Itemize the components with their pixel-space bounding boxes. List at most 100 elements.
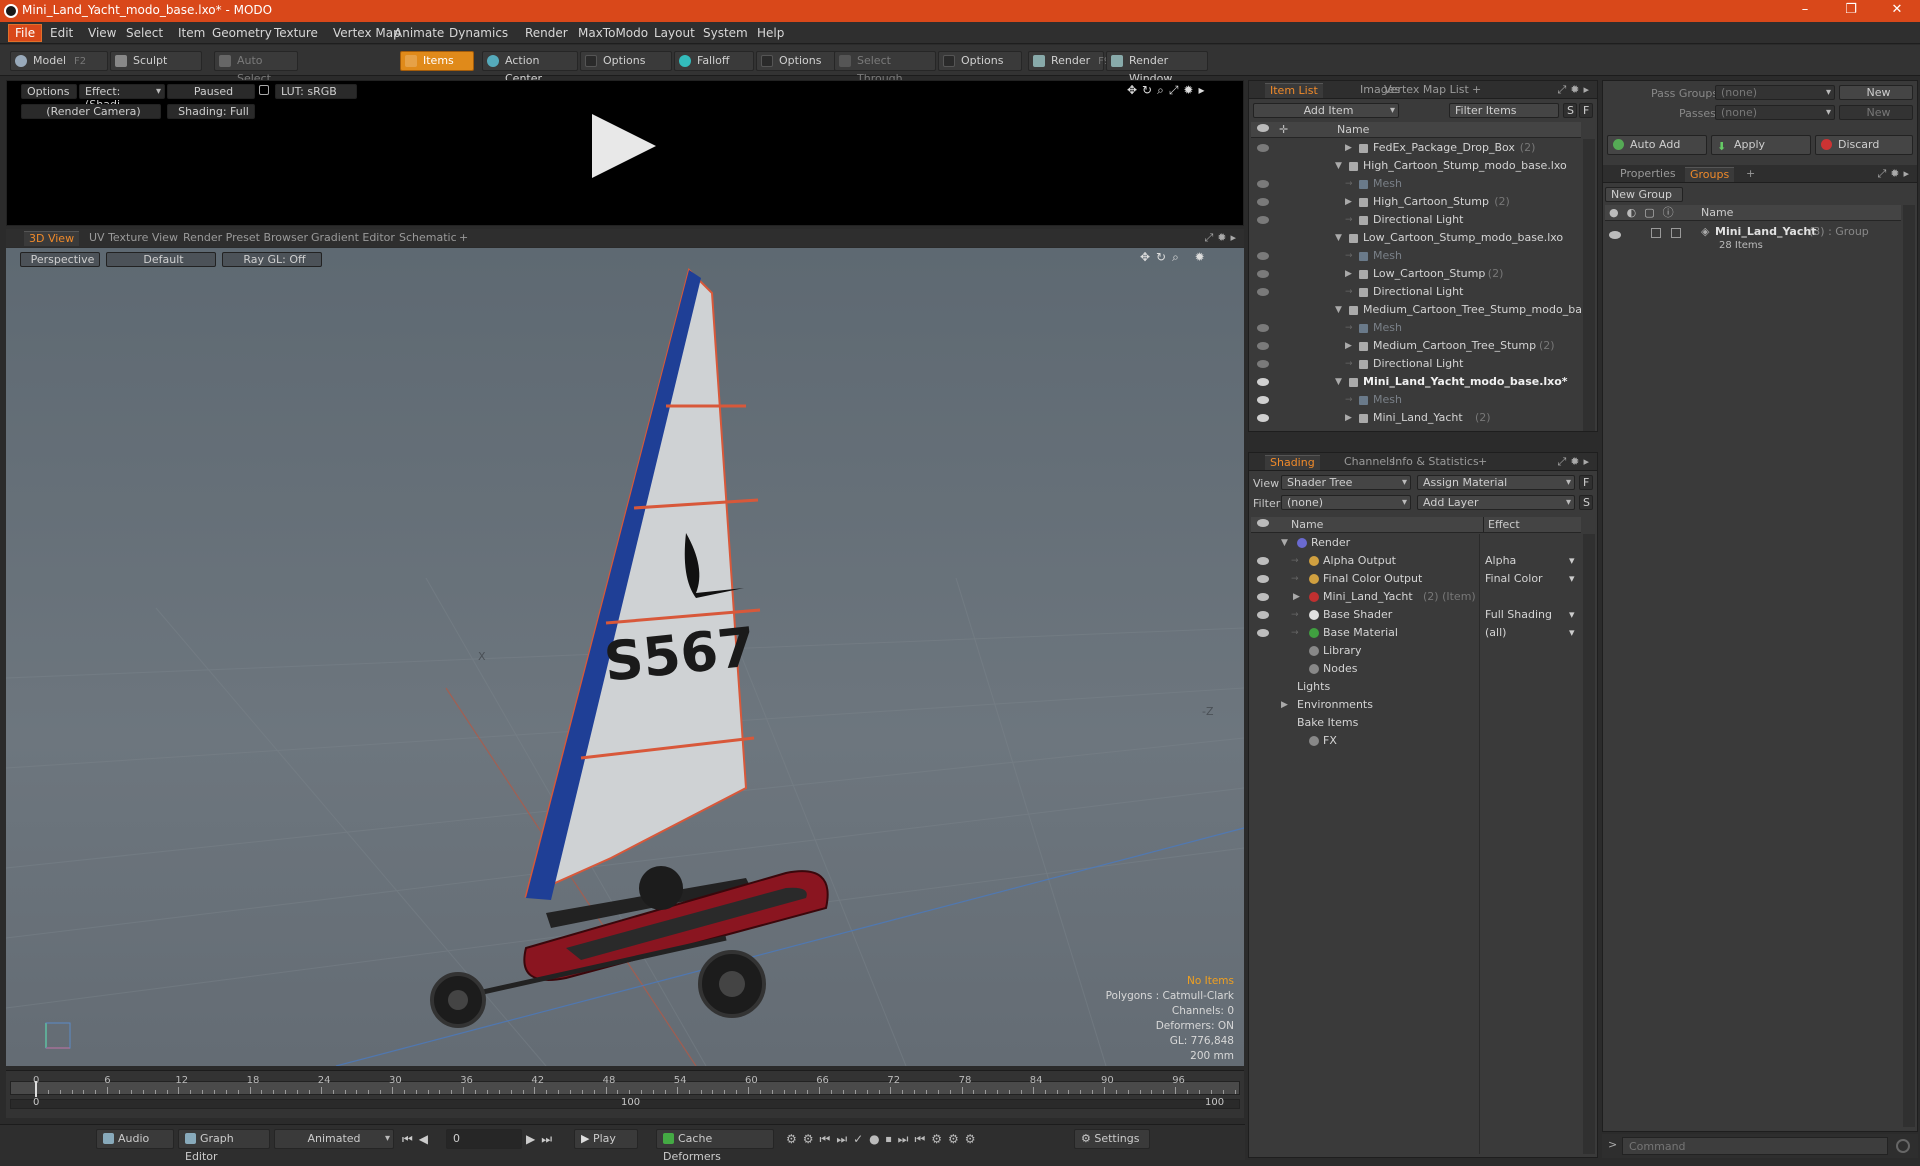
chevron-down-icon[interactable]: ▾: [1569, 570, 1575, 588]
eye-icon[interactable]: [1257, 414, 1269, 422]
item-row[interactable]: ▶ Mini_Land_Yacht (2): [1251, 409, 1581, 427]
animated-dropdown[interactable]: Animated: [274, 1129, 394, 1149]
effect-dropdown[interactable]: Full Shading: [1485, 606, 1579, 624]
pass-groups-new-button[interactable]: New: [1839, 85, 1913, 100]
shading-tab-shading[interactable]: Shading: [1265, 455, 1320, 470]
itemlist-tab-add[interactable]: +: [1467, 83, 1486, 98]
item-list-scrollbar[interactable]: [1583, 139, 1595, 431]
eye-icon[interactable]: [1257, 557, 1269, 565]
name-column-header[interactable]: Name: [1701, 205, 1733, 220]
eye-icon[interactable]: [1257, 198, 1269, 206]
audio-button[interactable]: Audio: [96, 1129, 174, 1149]
preview-shading-dropdown[interactable]: Shading: Full: [167, 104, 255, 119]
eye-icon[interactable]: [1257, 593, 1269, 601]
effect-dropdown[interactable]: Alpha: [1485, 552, 1579, 570]
menu-system[interactable]: System: [697, 25, 754, 41]
effect-column-header[interactable]: Effect: [1483, 517, 1520, 532]
default-style-dropdown[interactable]: Default: [106, 252, 216, 267]
itemlist-tab-vertex-map-list[interactable]: Vertex Map List: [1379, 83, 1474, 98]
items-mode-button[interactable]: Items: [400, 51, 474, 71]
command-history-icon[interactable]: [1896, 1139, 1910, 1153]
expand-arrow-icon[interactable]: ▶: [1345, 337, 1352, 355]
item-list-panel-controls[interactable]: ⤢✹▸: [1557, 83, 1593, 97]
group-row-mini-land-yacht[interactable]: ◈ Mini_Land_Yacht (3) : Group 28 Items: [1605, 223, 1901, 257]
expand-arrow-icon[interactable]: ▶: [1345, 265, 1352, 283]
expand-arrow-icon[interactable]: ▶: [1345, 409, 1352, 427]
chevron-down-icon[interactable]: ▾: [1569, 606, 1575, 624]
groups-scrollbar[interactable]: [1903, 205, 1915, 1127]
viewport-tab-3d-view[interactable]: 3D View: [24, 231, 80, 246]
name-column-header[interactable]: Name: [1291, 517, 1323, 532]
item-row[interactable]: → Mesh: [1251, 247, 1581, 265]
menu-file[interactable]: File: [8, 24, 43, 42]
item-row[interactable]: → Directional Light: [1251, 283, 1581, 301]
shader-row[interactable]: Bake Items: [1251, 714, 1581, 732]
menu-select[interactable]: Select: [120, 25, 169, 41]
preview-lut-dropdown[interactable]: LUT: sRGB: [275, 84, 357, 99]
item-row[interactable]: → Mesh: [1251, 319, 1581, 337]
eye-icon[interactable]: [1257, 629, 1269, 637]
item-row[interactable]: ▶ FedEx_Package_Drop_Box (2): [1251, 139, 1581, 157]
action-center-options-button[interactable]: Options: [580, 51, 672, 71]
transport-prev-icons[interactable]: ⏮◀: [402, 1132, 434, 1147]
shading-scrollbar[interactable]: [1583, 534, 1595, 1154]
groups-tab-properties[interactable]: Properties: [1615, 167, 1681, 182]
auto-add-button[interactable]: Auto Add: [1607, 135, 1707, 155]
shader-row[interactable]: → Base Material (all) ▾: [1251, 624, 1581, 642]
viewport-tab-schematic[interactable]: Schematic: [394, 231, 462, 246]
groups-tab-groups[interactable]: Groups: [1685, 167, 1735, 182]
shader-row[interactable]: Nodes: [1251, 660, 1581, 678]
shading-filter-dropdown[interactable]: (none): [1281, 495, 1411, 510]
graph-editor-button[interactable]: Graph Editor: [178, 1129, 270, 1163]
timeline-playhead[interactable]: [35, 1081, 37, 1097]
eye-icon[interactable]: [1257, 252, 1269, 260]
menu-animate[interactable]: Animate: [388, 25, 450, 41]
add-item-dropdown[interactable]: Add Item: [1253, 103, 1399, 118]
eye-icon[interactable]: [1257, 180, 1269, 188]
apply-button[interactable]: ⬇ Apply: [1711, 135, 1811, 155]
shading-f-button[interactable]: F: [1579, 475, 1593, 490]
play-button[interactable]: ▶ Play: [574, 1129, 638, 1149]
menu-maxtomodo[interactable]: MaxToModo: [572, 25, 654, 41]
new-group-button[interactable]: New Group: [1605, 187, 1683, 202]
name-column-header[interactable]: Name: [1337, 122, 1369, 137]
expand-arrow-icon[interactable]: ▶: [1345, 139, 1352, 157]
filter-items-input[interactable]: Filter Items: [1449, 103, 1559, 118]
model-mode-button[interactable]: Model F2: [10, 51, 108, 71]
eye-icon[interactable]: [1257, 288, 1269, 296]
shading-tab-info-statistics[interactable]: Info & Statistics: [1387, 455, 1484, 470]
item-row[interactable]: ▼ Low_Cartoon_Stump_modo_base.lxo: [1251, 229, 1581, 247]
viewport-tab-render-preset-browser[interactable]: Render Preset Browser: [178, 231, 313, 246]
frame-input[interactable]: 0: [446, 1129, 522, 1149]
groups-panel-controls[interactable]: ⤢✹▸: [1877, 167, 1913, 181]
collapse-arrow-icon[interactable]: ▼: [1335, 157, 1342, 175]
checkbox-icon[interactable]: [585, 55, 597, 67]
timeline-range[interactable]: 0 100 100: [10, 1097, 1240, 1109]
lock-icon[interactable]: [259, 85, 269, 95]
item-row[interactable]: ▶ Low_Cartoon_Stump (2): [1251, 265, 1581, 283]
render-button[interactable]: Render F9: [1028, 51, 1110, 71]
groups-tab-add[interactable]: +: [1741, 167, 1760, 182]
sculpt-mode-button[interactable]: Sculpt: [110, 51, 202, 71]
preview-camera-dropdown[interactable]: (Render Camera): [21, 104, 161, 119]
eye-icon[interactable]: [1257, 360, 1269, 368]
minimize-button[interactable]: –: [1782, 0, 1828, 22]
preview-nav-icons[interactable]: ✥↻⌕⤢✹▸: [1127, 83, 1210, 98]
shader-row[interactable]: ▼ Render: [1251, 534, 1581, 552]
chevron-down-icon[interactable]: ▾: [1569, 624, 1575, 642]
falloff-options-button[interactable]: Options: [756, 51, 836, 71]
shading-s-button[interactable]: S: [1579, 495, 1593, 510]
filter-f-button[interactable]: F: [1579, 103, 1593, 118]
key-tools-icons[interactable]: ⚙⚙⏮⏭✓●⏹⏭⏮⚙⚙⚙: [786, 1132, 982, 1147]
chevron-down-icon[interactable]: ▾: [1569, 552, 1575, 570]
menu-render[interactable]: Render: [519, 25, 574, 41]
checkbox-icon[interactable]: [1671, 228, 1681, 238]
close-button[interactable]: ✕: [1874, 0, 1920, 22]
item-row[interactable]: → Directional Light: [1251, 211, 1581, 229]
shader-row[interactable]: ▶ Mini_Land_Yacht (2) (Item): [1251, 588, 1581, 606]
item-row[interactable]: ▶ Medium_Cartoon_Tree_Stump (2): [1251, 337, 1581, 355]
cache-deformers-button[interactable]: Cache Deformers: [656, 1129, 774, 1163]
shader-row[interactable]: FX: [1251, 732, 1581, 750]
item-row[interactable]: ▶ High_Cartoon_Stump (2): [1251, 193, 1581, 211]
effect-dropdown[interactable]: (all): [1485, 624, 1579, 642]
